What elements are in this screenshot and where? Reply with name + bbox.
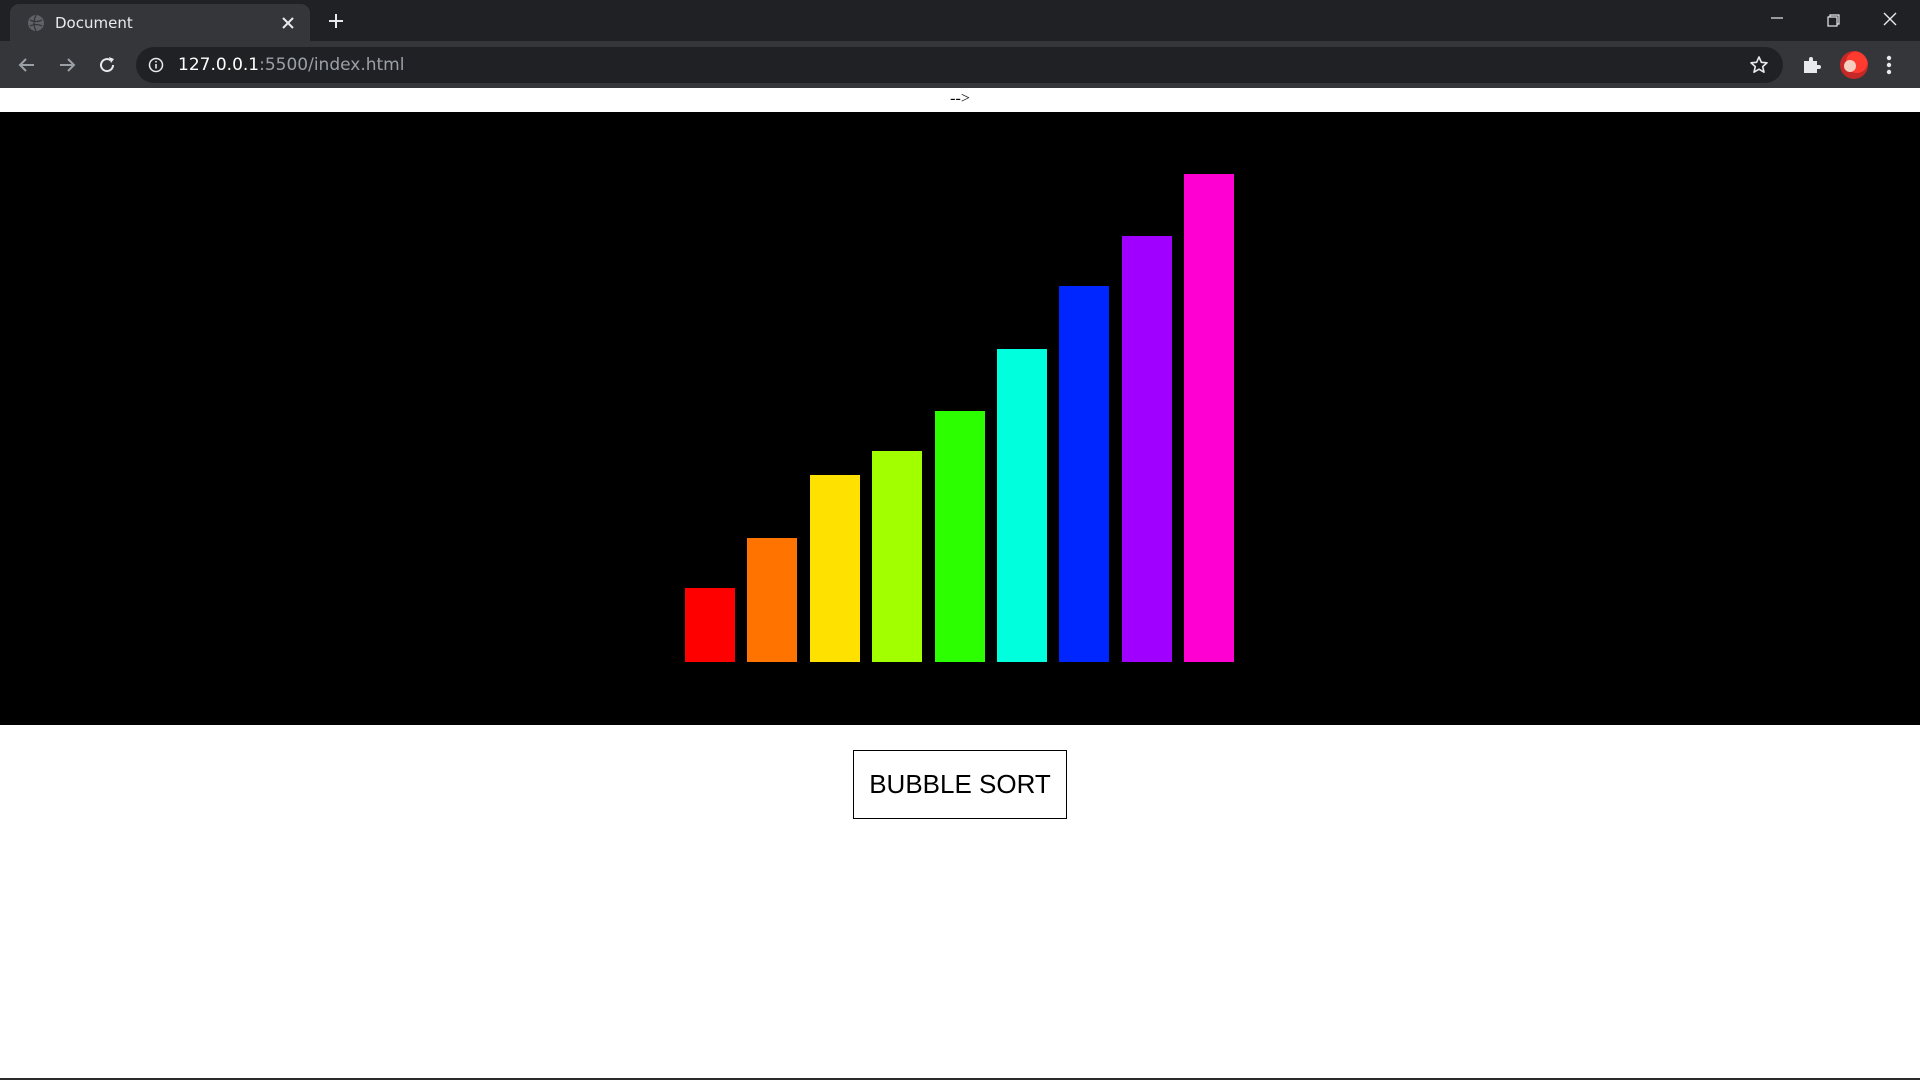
info-icon[interactable] [148,57,164,73]
new-tab-icon[interactable] [327,12,345,30]
profile-avatar[interactable] [1840,51,1868,79]
bar-5 [935,411,985,662]
bubble-sort-button[interactable]: BUBBLE SORT [853,750,1067,819]
browser-toolbar: 127.0.0.1:5500/index.html [0,41,1920,88]
minimize-icon[interactable] [1765,8,1789,32]
url-path: :5500/index.html [259,55,405,75]
tab-title: Document [55,14,133,32]
page-viewport: --> BUBBLE SORT [0,88,1920,1080]
bar-2 [747,538,797,662]
bar-7 [1059,286,1109,662]
restore-icon[interactable] [1821,8,1845,32]
address-bar[interactable]: 127.0.0.1:5500/index.html [136,47,1783,83]
bar-9 [1184,174,1234,662]
back-arrow-icon[interactable] [15,53,39,77]
url-text: 127.0.0.1:5500/index.html [178,55,404,75]
bar-1 [685,588,735,662]
bookmark-star-icon[interactable] [1749,55,1769,75]
bar-4 [872,451,922,662]
stray-comment-text: --> [950,90,970,107]
globe-icon [28,14,44,32]
bar-3 [810,475,860,662]
browser-tabstrip: Document [0,0,1920,41]
url-host: 127.0.0.1 [178,55,260,75]
extensions-puzzle-icon[interactable] [1801,54,1823,76]
bar-6 [997,349,1047,662]
more-menu-icon[interactable] [1886,53,1892,77]
browser-tab[interactable]: Document [10,4,310,41]
close-tab-icon[interactable] [280,15,296,31]
reload-icon[interactable] [95,53,119,77]
forward-arrow-icon[interactable] [55,53,79,77]
bars-container [0,112,1920,725]
close-window-icon[interactable] [1878,8,1902,32]
bar-8 [1122,236,1172,662]
